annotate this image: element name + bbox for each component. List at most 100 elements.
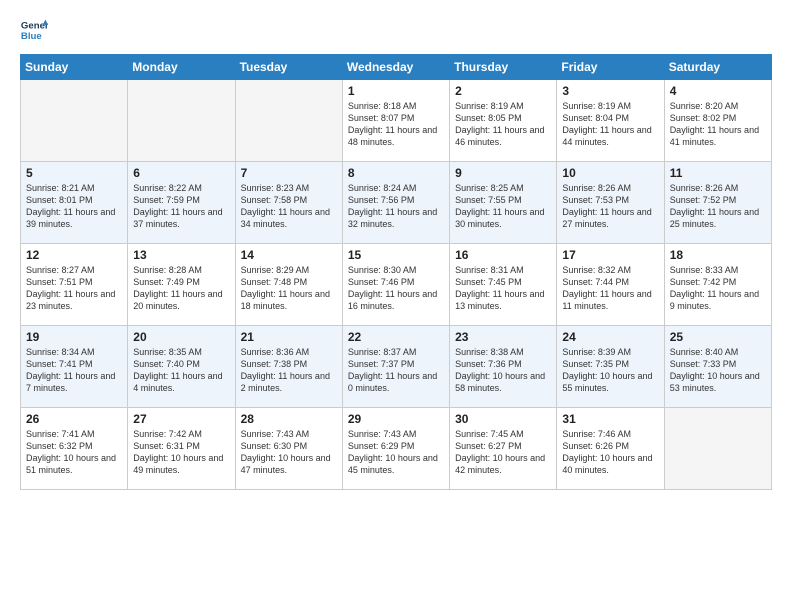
calendar-cell: 11Sunrise: 8:26 AMSunset: 7:52 PMDayligh…	[664, 162, 771, 244]
day-number: 28	[241, 412, 337, 426]
day-number: 30	[455, 412, 551, 426]
calendar-cell: 25 Sunrise: 8:40 AMSunset: 7:33 PMDayligh…	[664, 326, 771, 408]
calendar-cell: 7 Sunrise: 8:23 AMSunset: 7:58 PMDaylight…	[235, 162, 342, 244]
day-header-saturday: Saturday	[664, 55, 771, 80]
cell-info: Sunrise: 7:43 AMSunset: 6:29 PMDaylight:…	[348, 428, 444, 477]
calendar-cell: 19 Sunrise: 8:34 AMSunset: 7:41 PMDayligh…	[21, 326, 128, 408]
calendar-cell: 12 Sunrise: 8:27 AMSunset: 7:51 PMDayligh…	[21, 244, 128, 326]
cell-info: Sunrise: 8:34 AMSunset: 7:41 PMDaylight:…	[26, 346, 122, 395]
cell-info: Sunrise: 8:35 AMSunset: 7:40 PMDaylight:…	[133, 346, 229, 395]
calendar-cell: 18 Sunrise: 8:33 AMSunset: 7:42 PMDayligh…	[664, 244, 771, 326]
day-number: 25	[670, 330, 766, 344]
day-number: 19	[26, 330, 122, 344]
calendar-cell: 6 Sunrise: 8:22 AMSunset: 7:59 PMDaylight…	[128, 162, 235, 244]
cell-info: Sunrise: 8:28 AMSunset: 7:49 PMDaylight:…	[133, 264, 229, 313]
calendar-cell: 9 Sunrise: 8:25 AMSunset: 7:55 PMDaylight…	[450, 162, 557, 244]
calendar-table: SundayMondayTuesdayWednesdayThursdayFrid…	[20, 54, 772, 490]
calendar-cell: 8 Sunrise: 8:24 AMSunset: 7:56 PMDaylight…	[342, 162, 449, 244]
cell-info: Sunrise: 7:42 AMSunset: 6:31 PMDaylight:…	[133, 428, 229, 477]
day-number: 10	[562, 166, 658, 180]
calendar-cell	[664, 408, 771, 490]
day-number: 29	[348, 412, 444, 426]
cell-info: Sunrise: 8:30 AMSunset: 7:46 PMDaylight:…	[348, 264, 444, 313]
calendar-cell	[128, 80, 235, 162]
cell-info: Sunrise: 8:21 AMSunset: 8:01 PMDaylight:…	[26, 182, 122, 231]
cell-info: Sunrise: 8:33 AMSunset: 7:42 PMDaylight:…	[670, 264, 766, 313]
calendar-cell: 3 Sunrise: 8:19 AMSunset: 8:04 PMDaylight…	[557, 80, 664, 162]
day-number: 5	[26, 166, 122, 180]
cell-info: Sunrise: 8:20 AMSunset: 8:02 PMDaylight:…	[670, 100, 766, 149]
day-number: 18	[670, 248, 766, 262]
day-header-wednesday: Wednesday	[342, 55, 449, 80]
calendar-cell: 22Sunrise: 8:37 AMSunset: 7:37 PMDayligh…	[342, 326, 449, 408]
svg-text:Blue: Blue	[21, 31, 42, 42]
calendar-cell: 27 Sunrise: 7:42 AMSunset: 6:31 PMDayligh…	[128, 408, 235, 490]
week-row-2: 5 Sunrise: 8:21 AMSunset: 8:01 PMDaylight…	[21, 162, 772, 244]
calendar-cell: 10 Sunrise: 8:26 AMSunset: 7:53 PMDayligh…	[557, 162, 664, 244]
calendar-cell: 14 Sunrise: 8:29 AMSunset: 7:48 PMDayligh…	[235, 244, 342, 326]
cell-info: Sunrise: 8:39 AMSunset: 7:35 PMDaylight:…	[562, 346, 658, 395]
day-header-monday: Monday	[128, 55, 235, 80]
calendar-cell: 16Sunrise: 8:31 AMSunset: 7:45 PMDayligh…	[450, 244, 557, 326]
calendar-header-row: SundayMondayTuesdayWednesdayThursdayFrid…	[21, 55, 772, 80]
calendar-cell: 24 Sunrise: 8:39 AMSunset: 7:35 PMDayligh…	[557, 326, 664, 408]
calendar-cell: 23 Sunrise: 8:38 AMSunset: 7:36 PMDayligh…	[450, 326, 557, 408]
cell-info: Sunrise: 7:46 AMSunset: 6:26 PMDaylight:…	[562, 428, 658, 477]
cell-info: Sunrise: 8:26 AMSunset: 7:52 PMDaylight:…	[670, 182, 766, 231]
cell-info: Sunrise: 8:31 AMSunset: 7:45 PMDaylight:…	[455, 264, 551, 313]
day-number: 27	[133, 412, 229, 426]
day-header-friday: Friday	[557, 55, 664, 80]
cell-info: Sunrise: 8:19 AMSunset: 8:04 PMDaylight:…	[562, 100, 658, 149]
calendar-cell: 1Sunrise: 8:18 AMSunset: 8:07 PMDaylight…	[342, 80, 449, 162]
cell-info: Sunrise: 8:40 AMSunset: 7:33 PMDaylight:…	[670, 346, 766, 395]
cell-info: Sunrise: 7:45 AMSunset: 6:27 PMDaylight:…	[455, 428, 551, 477]
cell-info: Sunrise: 8:19 AMSunset: 8:05 PMDaylight:…	[455, 100, 551, 149]
calendar-cell: 28Sunrise: 7:43 AMSunset: 6:30 PMDayligh…	[235, 408, 342, 490]
day-number: 24	[562, 330, 658, 344]
calendar-body: 1Sunrise: 8:18 AMSunset: 8:07 PMDaylight…	[21, 80, 772, 490]
calendar-cell: 31 Sunrise: 7:46 AMSunset: 6:26 PMDayligh…	[557, 408, 664, 490]
svg-text:General: General	[21, 20, 48, 31]
day-number: 17	[562, 248, 658, 262]
week-row-1: 1Sunrise: 8:18 AMSunset: 8:07 PMDaylight…	[21, 80, 772, 162]
cell-info: Sunrise: 8:25 AMSunset: 7:55 PMDaylight:…	[455, 182, 551, 231]
calendar-cell	[235, 80, 342, 162]
page-container: General Blue SundayMondayTuesdayWednesda…	[0, 0, 792, 500]
cell-info: Sunrise: 8:24 AMSunset: 7:56 PMDaylight:…	[348, 182, 444, 231]
calendar-cell: 17Sunrise: 8:32 AMSunset: 7:44 PMDayligh…	[557, 244, 664, 326]
cell-info: Sunrise: 8:37 AMSunset: 7:37 PMDaylight:…	[348, 346, 444, 395]
logo: General Blue	[20, 16, 48, 44]
calendar-cell: 30 Sunrise: 7:45 AMSunset: 6:27 PMDayligh…	[450, 408, 557, 490]
day-number: 1	[348, 84, 444, 98]
day-number: 3	[562, 84, 658, 98]
cell-info: Sunrise: 8:23 AMSunset: 7:58 PMDaylight:…	[241, 182, 337, 231]
calendar-cell: 4 Sunrise: 8:20 AMSunset: 8:02 PMDaylight…	[664, 80, 771, 162]
calendar-cell: 21Sunrise: 8:36 AMSunset: 7:38 PMDayligh…	[235, 326, 342, 408]
day-number: 7	[241, 166, 337, 180]
page-header: General Blue	[20, 16, 772, 44]
calendar-cell: 2Sunrise: 8:19 AMSunset: 8:05 PMDaylight…	[450, 80, 557, 162]
week-row-3: 12 Sunrise: 8:27 AMSunset: 7:51 PMDayligh…	[21, 244, 772, 326]
day-number: 15	[348, 248, 444, 262]
day-number: 4	[670, 84, 766, 98]
calendar-cell: 13Sunrise: 8:28 AMSunset: 7:49 PMDayligh…	[128, 244, 235, 326]
calendar-cell: 15 Sunrise: 8:30 AMSunset: 7:46 PMDayligh…	[342, 244, 449, 326]
cell-info: Sunrise: 8:38 AMSunset: 7:36 PMDaylight:…	[455, 346, 551, 395]
day-number: 8	[348, 166, 444, 180]
calendar-cell: 29 Sunrise: 7:43 AMSunset: 6:29 PMDayligh…	[342, 408, 449, 490]
cell-info: Sunrise: 7:41 AMSunset: 6:32 PMDaylight:…	[26, 428, 122, 477]
cell-info: Sunrise: 8:27 AMSunset: 7:51 PMDaylight:…	[26, 264, 122, 313]
cell-info: Sunrise: 8:22 AMSunset: 7:59 PMDaylight:…	[133, 182, 229, 231]
cell-info: Sunrise: 8:29 AMSunset: 7:48 PMDaylight:…	[241, 264, 337, 313]
day-number: 31	[562, 412, 658, 426]
day-number: 21	[241, 330, 337, 344]
day-number: 9	[455, 166, 551, 180]
day-number: 23	[455, 330, 551, 344]
day-header-tuesday: Tuesday	[235, 55, 342, 80]
day-number: 6	[133, 166, 229, 180]
day-number: 12	[26, 248, 122, 262]
day-number: 14	[241, 248, 337, 262]
calendar-cell: 5 Sunrise: 8:21 AMSunset: 8:01 PMDaylight…	[21, 162, 128, 244]
cell-info: Sunrise: 8:26 AMSunset: 7:53 PMDaylight:…	[562, 182, 658, 231]
calendar-cell: 20Sunrise: 8:35 AMSunset: 7:40 PMDayligh…	[128, 326, 235, 408]
